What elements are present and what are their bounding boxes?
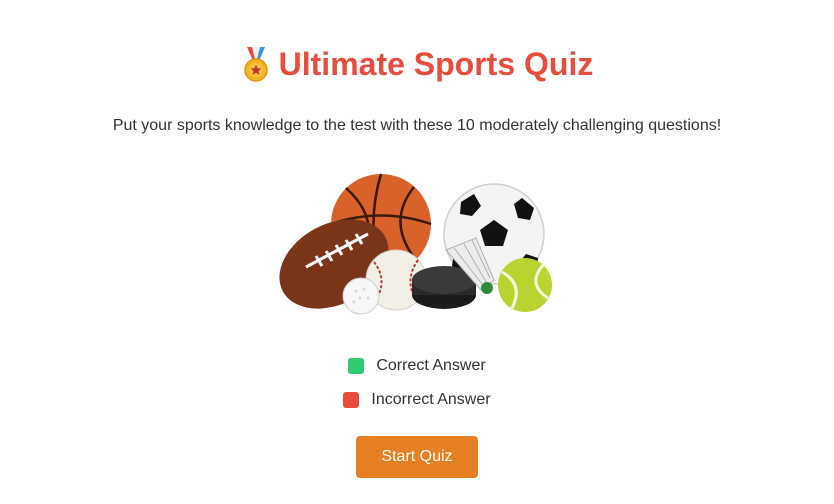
tennis-ball-icon [498, 258, 552, 312]
medal-icon [243, 46, 268, 82]
incorrect-color-swatch [343, 392, 360, 408]
sports-balls-image [279, 173, 552, 315]
legend-incorrect-label: Incorrect Answer [371, 391, 491, 408]
start-quiz-button[interactable]: Start Quiz [356, 436, 478, 478]
legend-correct-label: Correct Answer [376, 357, 486, 374]
golf-ball-icon [342, 277, 380, 315]
legend-correct: Correct Answer [0, 357, 834, 375]
correct-color-swatch [348, 358, 365, 374]
intro-text: Put your sports knowledge to the test wi… [112, 117, 722, 134]
legend-incorrect: Incorrect Answer [0, 391, 834, 409]
quiz-header: Ultimate Sports Quiz [0, 46, 834, 83]
page-title: Ultimate Sports Quiz [278, 46, 594, 82]
